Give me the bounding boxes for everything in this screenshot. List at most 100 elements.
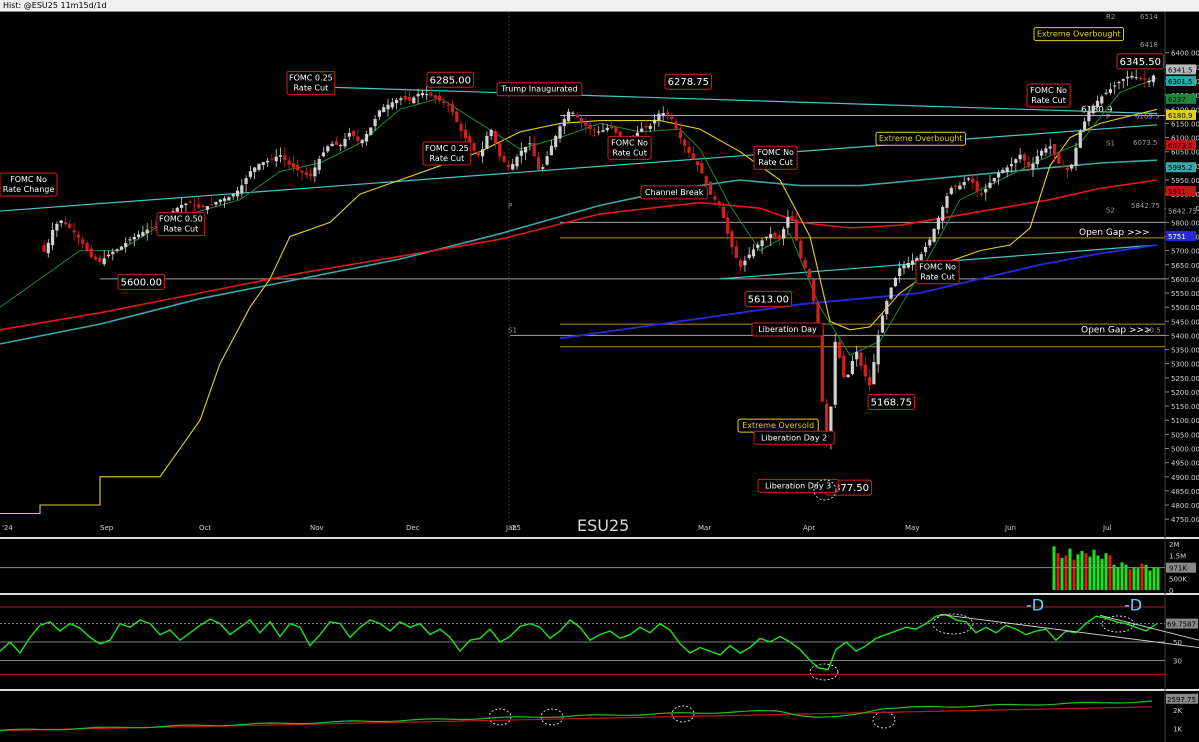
pivot-label: 6514 [1140, 13, 1158, 21]
candle-body [1113, 85, 1117, 87]
candle-body [605, 127, 609, 131]
level-label: Open Gap >>> [1079, 228, 1150, 238]
candle-body [524, 146, 528, 153]
annotation-text: 6285.00 [430, 75, 471, 86]
volume-tick-label: 0 [1169, 587, 1173, 595]
candle-body [889, 287, 893, 299]
candle-body [128, 239, 132, 241]
trendline [0, 124, 1158, 212]
candle-body [614, 126, 618, 133]
annotation-text: Rate Cut [612, 148, 647, 157]
candle-body [274, 156, 278, 162]
time-axis-label: Oct [199, 524, 211, 532]
candle-body [979, 193, 983, 195]
candle-body [278, 155, 283, 157]
price-tick-label: 5550.00 [1171, 290, 1199, 298]
candle-body [683, 139, 687, 146]
candle-body [687, 146, 691, 153]
cumulative-tick-label: 1K [1173, 726, 1182, 734]
annotation-text: FOMC 0.50 [159, 215, 203, 224]
candle-body [691, 153, 695, 160]
candle-body [459, 123, 463, 131]
annotation-text: FOMC No [757, 148, 794, 157]
candle-body [1117, 81, 1121, 84]
candle-body [463, 129, 467, 139]
price-tick-label: 6400.00 [1171, 50, 1199, 58]
candle-body [696, 161, 700, 166]
time-axis-label: Nov [310, 524, 324, 532]
candle-body [760, 240, 764, 247]
annotation-text: FOMC No [1030, 86, 1067, 95]
candle-body [597, 131, 601, 133]
candle-body [975, 181, 979, 192]
annotation-text: Rate Cut [430, 154, 465, 163]
candle-body [98, 257, 102, 262]
candle-body [713, 196, 717, 200]
volume-bar [1088, 556, 1092, 590]
volume-bar [1076, 554, 1080, 590]
app-window: Hist: @ESU25 11m15d/1d 6400.006350.00630… [0, 0, 1199, 742]
candle-body [1108, 89, 1112, 93]
candle-body [846, 374, 850, 378]
candle-body [102, 258, 106, 265]
symbol-watermark: ESU25 [577, 516, 629, 535]
candle-body [786, 216, 790, 228]
candle-body [1087, 111, 1091, 122]
candle-body [1130, 75, 1134, 78]
price-chart[interactable]: 6400.006350.006300.006250.006200.006150.… [0, 12, 1199, 742]
candle-body [429, 92, 433, 96]
candle-body [506, 164, 510, 167]
candle-body [820, 328, 824, 402]
candle-body [872, 362, 876, 385]
candle-body [992, 177, 996, 182]
volume-tick-label: 500K [1169, 576, 1187, 584]
time-axis-label: '24 [2, 524, 13, 532]
price-badge-label: 5911 [1168, 188, 1186, 196]
price-tick-label: 5250.00 [1171, 375, 1199, 383]
annotation-text: Liberation Day [758, 325, 817, 334]
candle-body [704, 176, 708, 185]
pivot-label: 5842.75 [1131, 202, 1160, 210]
candle-body [941, 207, 945, 221]
price-tick-label: 5650.00 [1171, 262, 1199, 270]
volume-bar [1092, 549, 1096, 590]
volume-tick-label: 971K [1169, 565, 1187, 573]
candle-body [476, 152, 480, 156]
candle-body [833, 341, 837, 405]
candle-body [377, 110, 381, 117]
candle-body [756, 244, 760, 248]
candle-body [330, 143, 334, 147]
price-badge-label: 6237 [1168, 96, 1186, 104]
candle-body [554, 135, 558, 148]
cumulative-average-line [0, 706, 1153, 732]
candle-body [1031, 163, 1035, 170]
candle-body [1121, 79, 1125, 81]
price-tick-label: 4750.00 [1171, 516, 1199, 524]
annotation-text: 6278.75 [668, 77, 709, 88]
candle-body [906, 262, 910, 268]
candle-body [868, 376, 872, 386]
candle-body [511, 164, 515, 170]
candle-body [876, 335, 880, 365]
time-axis-label: Jul [1102, 524, 1112, 532]
highlight-ellipse [932, 613, 974, 635]
cumulative-tick-label: 2K [1173, 707, 1182, 715]
volume-bar [1156, 567, 1160, 590]
candle-body [1035, 156, 1039, 165]
volume-bar [1056, 553, 1060, 590]
candle-body [1065, 167, 1069, 171]
annotation-text: FOMC 0.25 [289, 73, 333, 82]
candle-body [558, 126, 562, 139]
candle-body [46, 242, 50, 254]
candle-body [665, 112, 670, 115]
rsi-current-label: 69.7587 [1167, 621, 1196, 629]
candle-body [390, 102, 394, 108]
candle-body [94, 256, 98, 260]
volume-bar [1132, 567, 1136, 590]
moving-average-yellow [0, 108, 1158, 515]
time-axis-label: May [905, 524, 919, 532]
candle-body [235, 190, 240, 197]
candle-body [747, 254, 751, 259]
price-tick-label: 6150.00 [1171, 120, 1199, 128]
candle-body [321, 152, 326, 157]
